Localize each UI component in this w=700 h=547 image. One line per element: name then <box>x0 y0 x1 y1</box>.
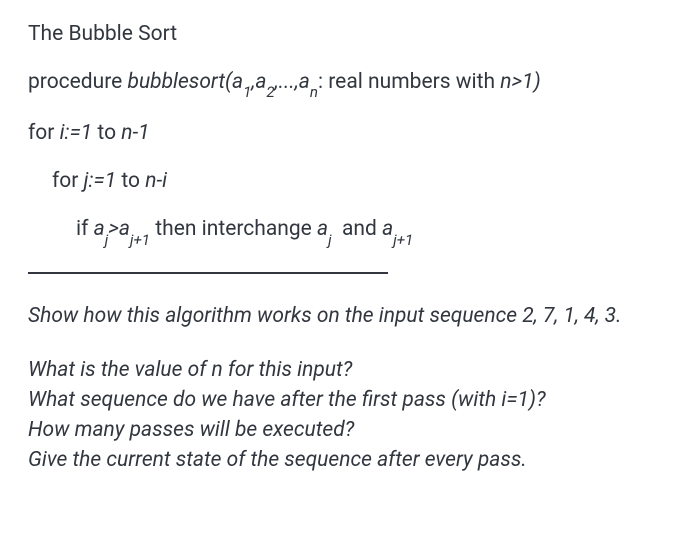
if-line: if aj>aj+1 then interchange aj and aj+1 <box>28 217 672 244</box>
outer-lim: n-1 <box>121 121 149 145</box>
sub-j3: j <box>328 231 332 249</box>
sub-1: 1 <box>243 83 251 101</box>
question-intro: Show how this algorithm works on the inp… <box>28 302 672 332</box>
aj3: a <box>317 217 328 241</box>
question-2: What sequence do we have after the first… <box>28 386 672 416</box>
document-page: The Bubble Sort procedure bubblesort(a1,… <box>0 0 700 495</box>
kw-to-outer: to <box>92 121 121 145</box>
proc-cond: n>1) <box>500 70 540 94</box>
question-1: What is the value of n for this input? <box>28 356 672 386</box>
question-3: How many passes will be executed? <box>28 416 672 446</box>
proc-name: bubblesort(a <box>128 70 244 94</box>
page-title: The Bubble Sort <box>28 22 672 46</box>
sub-2: 2 <box>266 83 274 101</box>
aj4: a <box>382 217 393 241</box>
procedure-line: procedure bubblesort(a1,a2,...,an: real … <box>28 70 672 97</box>
kw-procedure: procedure <box>28 70 128 94</box>
sub-n: n <box>310 83 318 101</box>
sub-j4: j+1 <box>393 231 413 249</box>
kw-for-inner: for <box>52 169 84 193</box>
inner-lim: n-i <box>145 169 167 193</box>
kw-if: if <box>76 217 94 241</box>
sep1: ,a <box>251 70 266 94</box>
outer-for-line: for i:=1 to n-1 <box>28 121 672 145</box>
and-text: and <box>332 217 383 241</box>
aj1: a <box>94 217 105 241</box>
outer-var: i:=1 <box>60 121 93 145</box>
proc-tail: : real numbers with <box>318 70 500 94</box>
inner-for-line: for j:=1 to n-i <box>28 169 672 193</box>
question-4: Give the current state of the sequence a… <box>28 446 672 476</box>
then-text: then interchange <box>150 217 317 241</box>
sep2: ,...,a <box>275 70 310 94</box>
sub-j1: j <box>105 231 109 249</box>
sub-j2: j+1 <box>130 231 150 249</box>
kw-for-outer: for <box>28 121 60 145</box>
inner-var: j:=1 <box>84 169 117 193</box>
gt: >a <box>108 217 130 241</box>
divider-line <box>28 272 388 274</box>
kw-to-inner: to <box>116 169 145 193</box>
